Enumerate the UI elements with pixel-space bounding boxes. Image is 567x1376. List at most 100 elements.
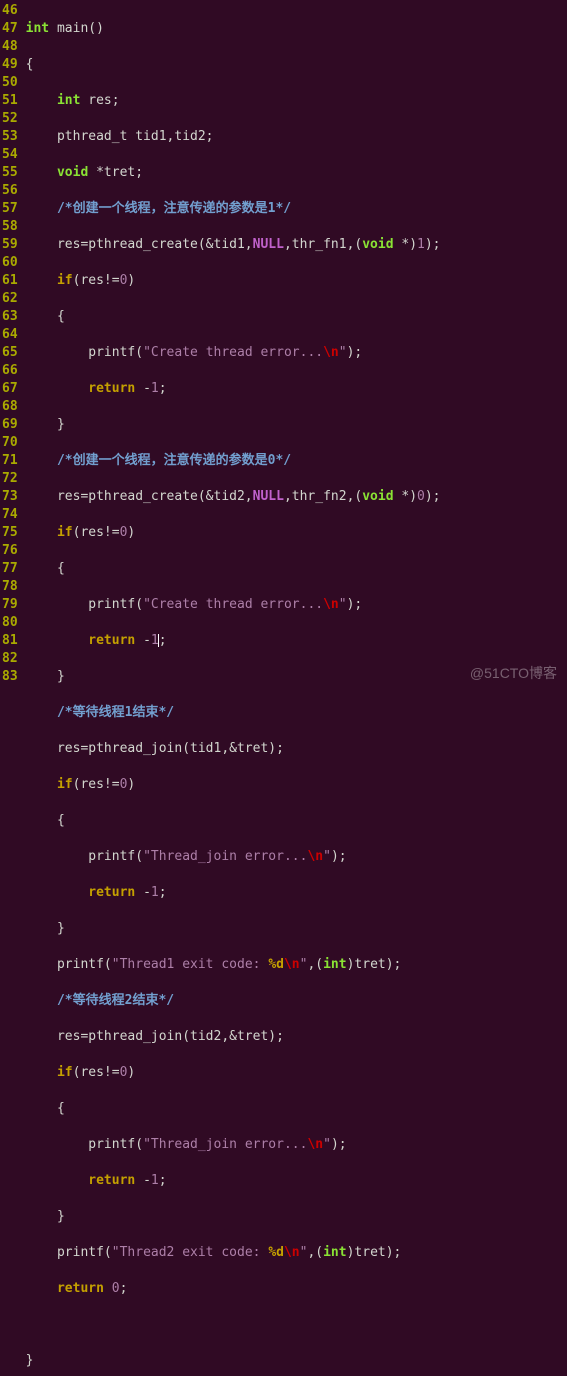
- code-line: /*等待线程2结束*/: [26, 992, 441, 1010]
- text: (res!=: [73, 777, 120, 792]
- line-number: 54: [2, 146, 18, 164]
- text: ;: [159, 633, 167, 648]
- code-editor: 4647484950515253545556575859606162636465…: [0, 0, 567, 1376]
- line-number: 63: [2, 308, 18, 326]
- code-line: {: [26, 308, 441, 326]
- text: res=pthread_join(tid1,&tret);: [57, 741, 284, 756]
- code-line: if(res!=0): [26, 776, 441, 794]
- escape-n: \n: [323, 345, 339, 360]
- line-number: 75: [2, 524, 18, 542]
- brace: {: [57, 561, 65, 576]
- line-number: 46: [2, 2, 18, 20]
- escape-n: \n: [284, 1245, 300, 1260]
- code-line: printf("Create thread error...\n");: [26, 344, 441, 362]
- code-line: if(res!=0): [26, 272, 441, 290]
- code-line: /*创建一个线程，注意传递的参数是1*/: [26, 200, 441, 218]
- text: );: [425, 237, 441, 252]
- code-line: }: [26, 920, 441, 938]
- keyword-null: NULL: [253, 489, 284, 504]
- code-line: /*等待线程1结束*/: [26, 704, 441, 722]
- text: );: [347, 597, 363, 612]
- text: (res!=: [73, 1065, 120, 1080]
- text: );: [347, 345, 363, 360]
- escape-n: \n: [307, 1137, 323, 1152]
- keyword-int: int: [57, 93, 80, 108]
- text: ;: [159, 381, 167, 396]
- line-number: 66: [2, 362, 18, 380]
- text: res=pthread_join(tid2,&tret);: [57, 1029, 284, 1044]
- code-line: {: [26, 1100, 441, 1118]
- line-number: 57: [2, 200, 18, 218]
- keyword-null: NULL: [253, 237, 284, 252]
- keyword-int: int: [323, 1245, 346, 1260]
- comment: /*创建一个线程，注意传递的参数是1*/: [57, 201, 291, 216]
- escape-n: \n: [307, 849, 323, 864]
- code-line: return -1;: [26, 884, 441, 902]
- string: ": [300, 1245, 308, 1260]
- number: 1: [417, 237, 425, 252]
- code-line: printf("Create thread error...\n");: [26, 596, 441, 614]
- text: ,thr_fn1,(: [284, 237, 362, 252]
- brace: {: [57, 1101, 65, 1116]
- line-number: 82: [2, 650, 18, 668]
- number: 0: [417, 489, 425, 504]
- number: 0: [120, 777, 128, 792]
- string: ": [300, 957, 308, 972]
- string: "Thread_join error...: [143, 1137, 307, 1152]
- line-number: 59: [2, 236, 18, 254]
- line-number: 65: [2, 344, 18, 362]
- line-number: 51: [2, 92, 18, 110]
- text: printf(: [88, 345, 143, 360]
- escape-n: \n: [323, 597, 339, 612]
- keyword-int: int: [26, 21, 49, 36]
- text: -: [135, 381, 151, 396]
- code-line: return 0;: [26, 1280, 441, 1298]
- text: ,(: [307, 1245, 323, 1260]
- line-number: 55: [2, 164, 18, 182]
- text: -: [135, 885, 151, 900]
- string: ": [339, 345, 347, 360]
- line-number: 64: [2, 326, 18, 344]
- text: res=pthread_create(&tid2,: [57, 489, 253, 504]
- keyword-if: if: [57, 777, 73, 792]
- text: )tret);: [347, 957, 402, 972]
- brace: }: [57, 417, 65, 432]
- line-number: 80: [2, 614, 18, 632]
- text: printf(: [57, 1245, 112, 1260]
- text: ;: [120, 1281, 128, 1296]
- keyword-return: return: [88, 885, 135, 900]
- text: *): [394, 489, 417, 504]
- escape-n: \n: [284, 957, 300, 972]
- line-number: 67: [2, 380, 18, 398]
- line-number-gutter: 4647484950515253545556575859606162636465…: [0, 0, 22, 1376]
- string: "Thread1 exit code:: [112, 957, 269, 972]
- code-line: pthread_t tid1,tid2;: [26, 128, 441, 146]
- line-number: 83: [2, 668, 18, 686]
- line-number: 76: [2, 542, 18, 560]
- text: printf(: [88, 597, 143, 612]
- keyword-int: int: [323, 957, 346, 972]
- string: "Thread_join error...: [143, 849, 307, 864]
- number: 1: [151, 381, 159, 396]
- text: [104, 1281, 112, 1296]
- comment: /*创建一个线程，注意传递的参数是0*/: [57, 453, 291, 468]
- text: printf(: [57, 957, 112, 972]
- line-number: 62: [2, 290, 18, 308]
- keyword-void: void: [362, 489, 393, 504]
- line-number: 48: [2, 38, 18, 56]
- line-number: 73: [2, 488, 18, 506]
- text: res;: [80, 93, 119, 108]
- code-line: printf("Thread2 exit code: %d\n",(int)tr…: [26, 1244, 441, 1262]
- line-number: 70: [2, 434, 18, 452]
- line-number: 81: [2, 632, 18, 650]
- line-number: 50: [2, 74, 18, 92]
- comment: /*等待线程1结束*/: [57, 705, 174, 720]
- keyword-void: void: [57, 165, 88, 180]
- string: ": [323, 1137, 331, 1152]
- text: ): [127, 777, 135, 792]
- text: *tret;: [88, 165, 143, 180]
- text: res=pthread_create(&tid1,: [57, 237, 253, 252]
- code-line: {: [26, 812, 441, 830]
- code-line: res=pthread_create(&tid2,NULL,thr_fn2,(v…: [26, 488, 441, 506]
- keyword-return: return: [57, 1281, 104, 1296]
